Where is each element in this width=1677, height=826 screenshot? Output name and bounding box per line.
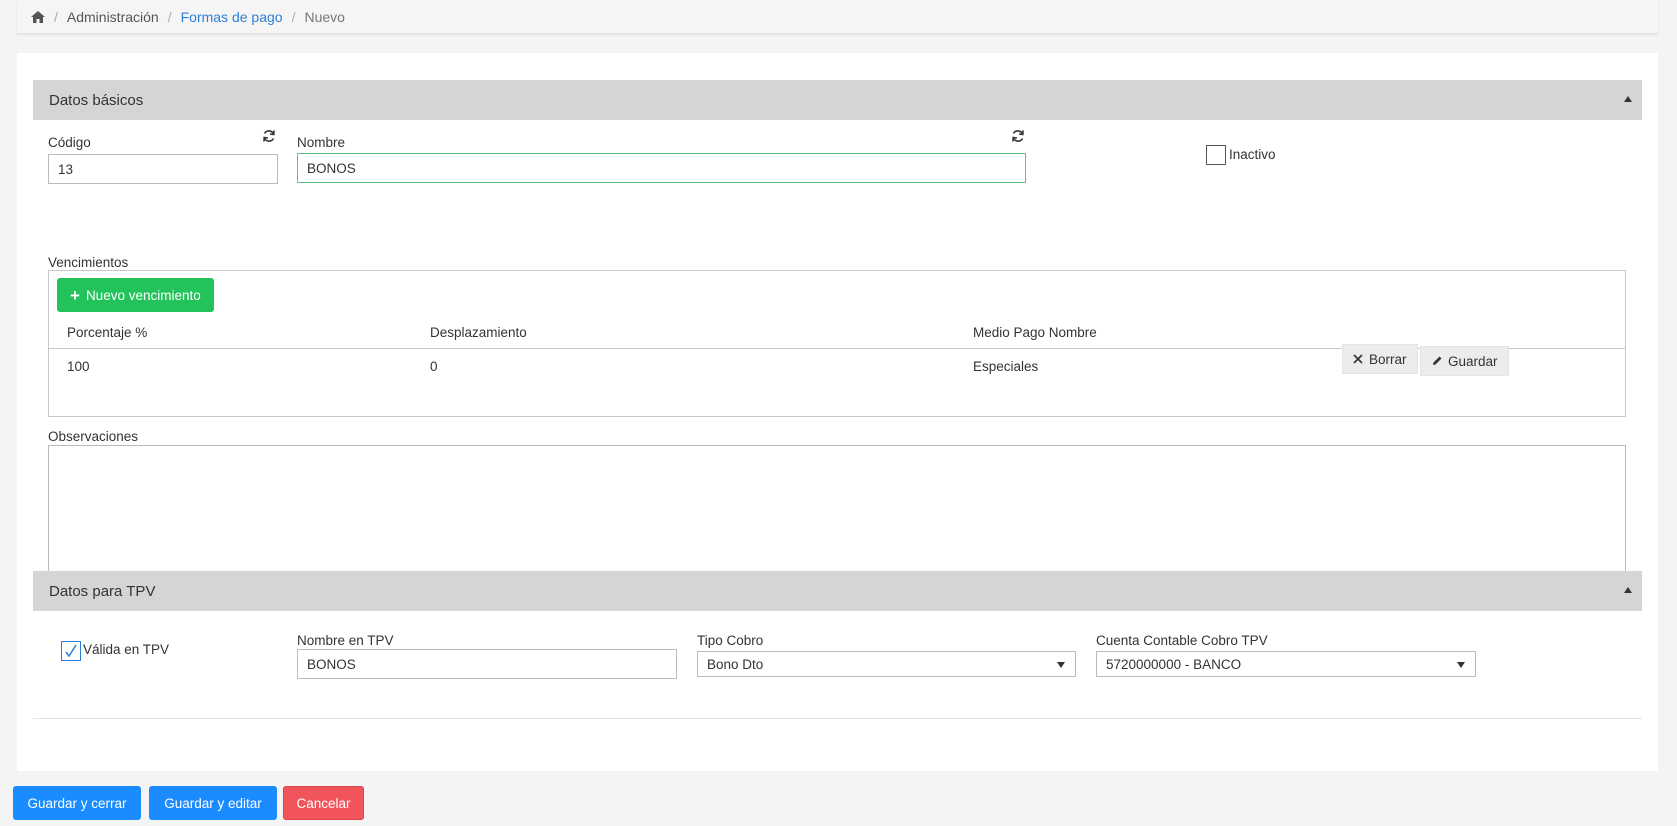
close-icon [1353, 354, 1363, 364]
form-card: Datos básicos Código 13 Nombre BONOS Ina… [17, 53, 1658, 771]
section-body-datos-tpv: Válida en TPV Nombre en TPV BONOS Tipo C… [33, 611, 1642, 719]
vencimientos-table: + Nuevo vencimiento Porcentaje % Desplaz… [48, 270, 1626, 417]
inactivo-label: Inactivo [1229, 147, 1276, 162]
cuenta-contable-select[interactable]: 5720000000 - BANCO [1096, 651, 1476, 677]
nuevo-vencimiento-label: Nuevo vencimiento [85, 287, 201, 303]
dropdown-arrow-icon [1457, 662, 1465, 668]
borrar-label: Borrar [1369, 351, 1407, 367]
breadcrumb-separator: / [291, 8, 296, 25]
cancel-button[interactable]: Cancelar [283, 786, 364, 820]
borrar-button[interactable]: Borrar [1342, 344, 1418, 374]
codigo-input[interactable]: 13 [48, 154, 278, 184]
tipo-cobro-label: Tipo Cobro [697, 633, 764, 648]
section-title-datos-basicos: Datos básicos [49, 91, 144, 109]
home-icon[interactable] [31, 10, 45, 23]
refresh-codigo-icon[interactable] [262, 129, 276, 143]
cuenta-contable-label: Cuenta Contable Cobro TPV [1096, 633, 1268, 648]
cuenta-contable-value: 5720000000 - BANCO [1106, 656, 1242, 672]
nuevo-vencimiento-button[interactable]: + Nuevo vencimiento [57, 278, 214, 312]
column-header-desplazamiento[interactable]: Desplazamiento [430, 325, 527, 340]
column-header-porcentaje[interactable]: Porcentaje % [67, 325, 147, 340]
guardar-row-label: Guardar [1448, 353, 1498, 369]
nombre-tpv-input[interactable]: BONOS [297, 649, 677, 679]
nombre-input[interactable]: BONOS [297, 153, 1026, 183]
cell-porcentaje: 100 [67, 359, 90, 374]
cell-medio-pago: Especiales [973, 359, 1039, 374]
check-icon [65, 644, 77, 658]
codigo-value: 13 [58, 161, 74, 177]
nombre-value: BONOS [307, 160, 356, 176]
form-footer: Guardar y cerrar Guardar y editar Cancel… [0, 780, 1677, 826]
section-body-datos-basicos: Código 13 Nombre BONOS Inactivo Vencimie… [33, 120, 1642, 600]
vencimientos-label: Vencimientos [48, 255, 129, 270]
nombre-label: Nombre [297, 135, 346, 150]
valida-tpv-checkbox[interactable] [61, 641, 81, 661]
save-edit-button[interactable]: Guardar y editar [149, 786, 277, 820]
breadcrumb-administracion[interactable]: Administración [67, 9, 159, 25]
section-title-datos-tpv: Datos para TPV [49, 582, 156, 600]
pencil-icon [1433, 356, 1442, 365]
breadcrumb-separator: / [167, 8, 172, 25]
save-close-button[interactable]: Guardar y cerrar [13, 786, 141, 820]
tipo-cobro-select[interactable]: Bono Dto [697, 651, 1076, 677]
inactivo-checkbox[interactable] [1206, 145, 1226, 165]
column-header-medio-pago[interactable]: Medio Pago Nombre [973, 325, 1097, 340]
section-header-datos-basicos[interactable]: Datos básicos [33, 80, 1642, 120]
breadcrumb-formas-de-pago[interactable]: Formas de pago [181, 9, 283, 25]
collapse-caret-icon[interactable] [1624, 587, 1632, 593]
breadcrumb: / Administración / Formas de pago / Nuev… [17, 0, 1658, 34]
collapse-caret-icon[interactable] [1624, 96, 1632, 102]
tipo-cobro-value: Bono Dto [707, 656, 764, 672]
breadcrumb-nuevo: Nuevo [304, 8, 345, 25]
guardar-row-button[interactable]: Guardar [1420, 346, 1509, 376]
dropdown-arrow-icon [1057, 662, 1065, 668]
cell-desplazamiento: 0 [430, 359, 438, 374]
breadcrumb-separator: / [54, 8, 58, 25]
valida-tpv-label: Válida en TPV [83, 642, 170, 657]
observaciones-label: Observaciones [48, 429, 139, 444]
codigo-label: Código [48, 135, 91, 150]
section-header-datos-tpv[interactable]: Datos para TPV [33, 571, 1642, 611]
nombre-tpv-value: BONOS [307, 656, 356, 672]
plus-icon: + [70, 285, 80, 305]
refresh-nombre-icon[interactable] [1011, 129, 1025, 143]
nombre-tpv-label: Nombre en TPV [297, 633, 394, 648]
